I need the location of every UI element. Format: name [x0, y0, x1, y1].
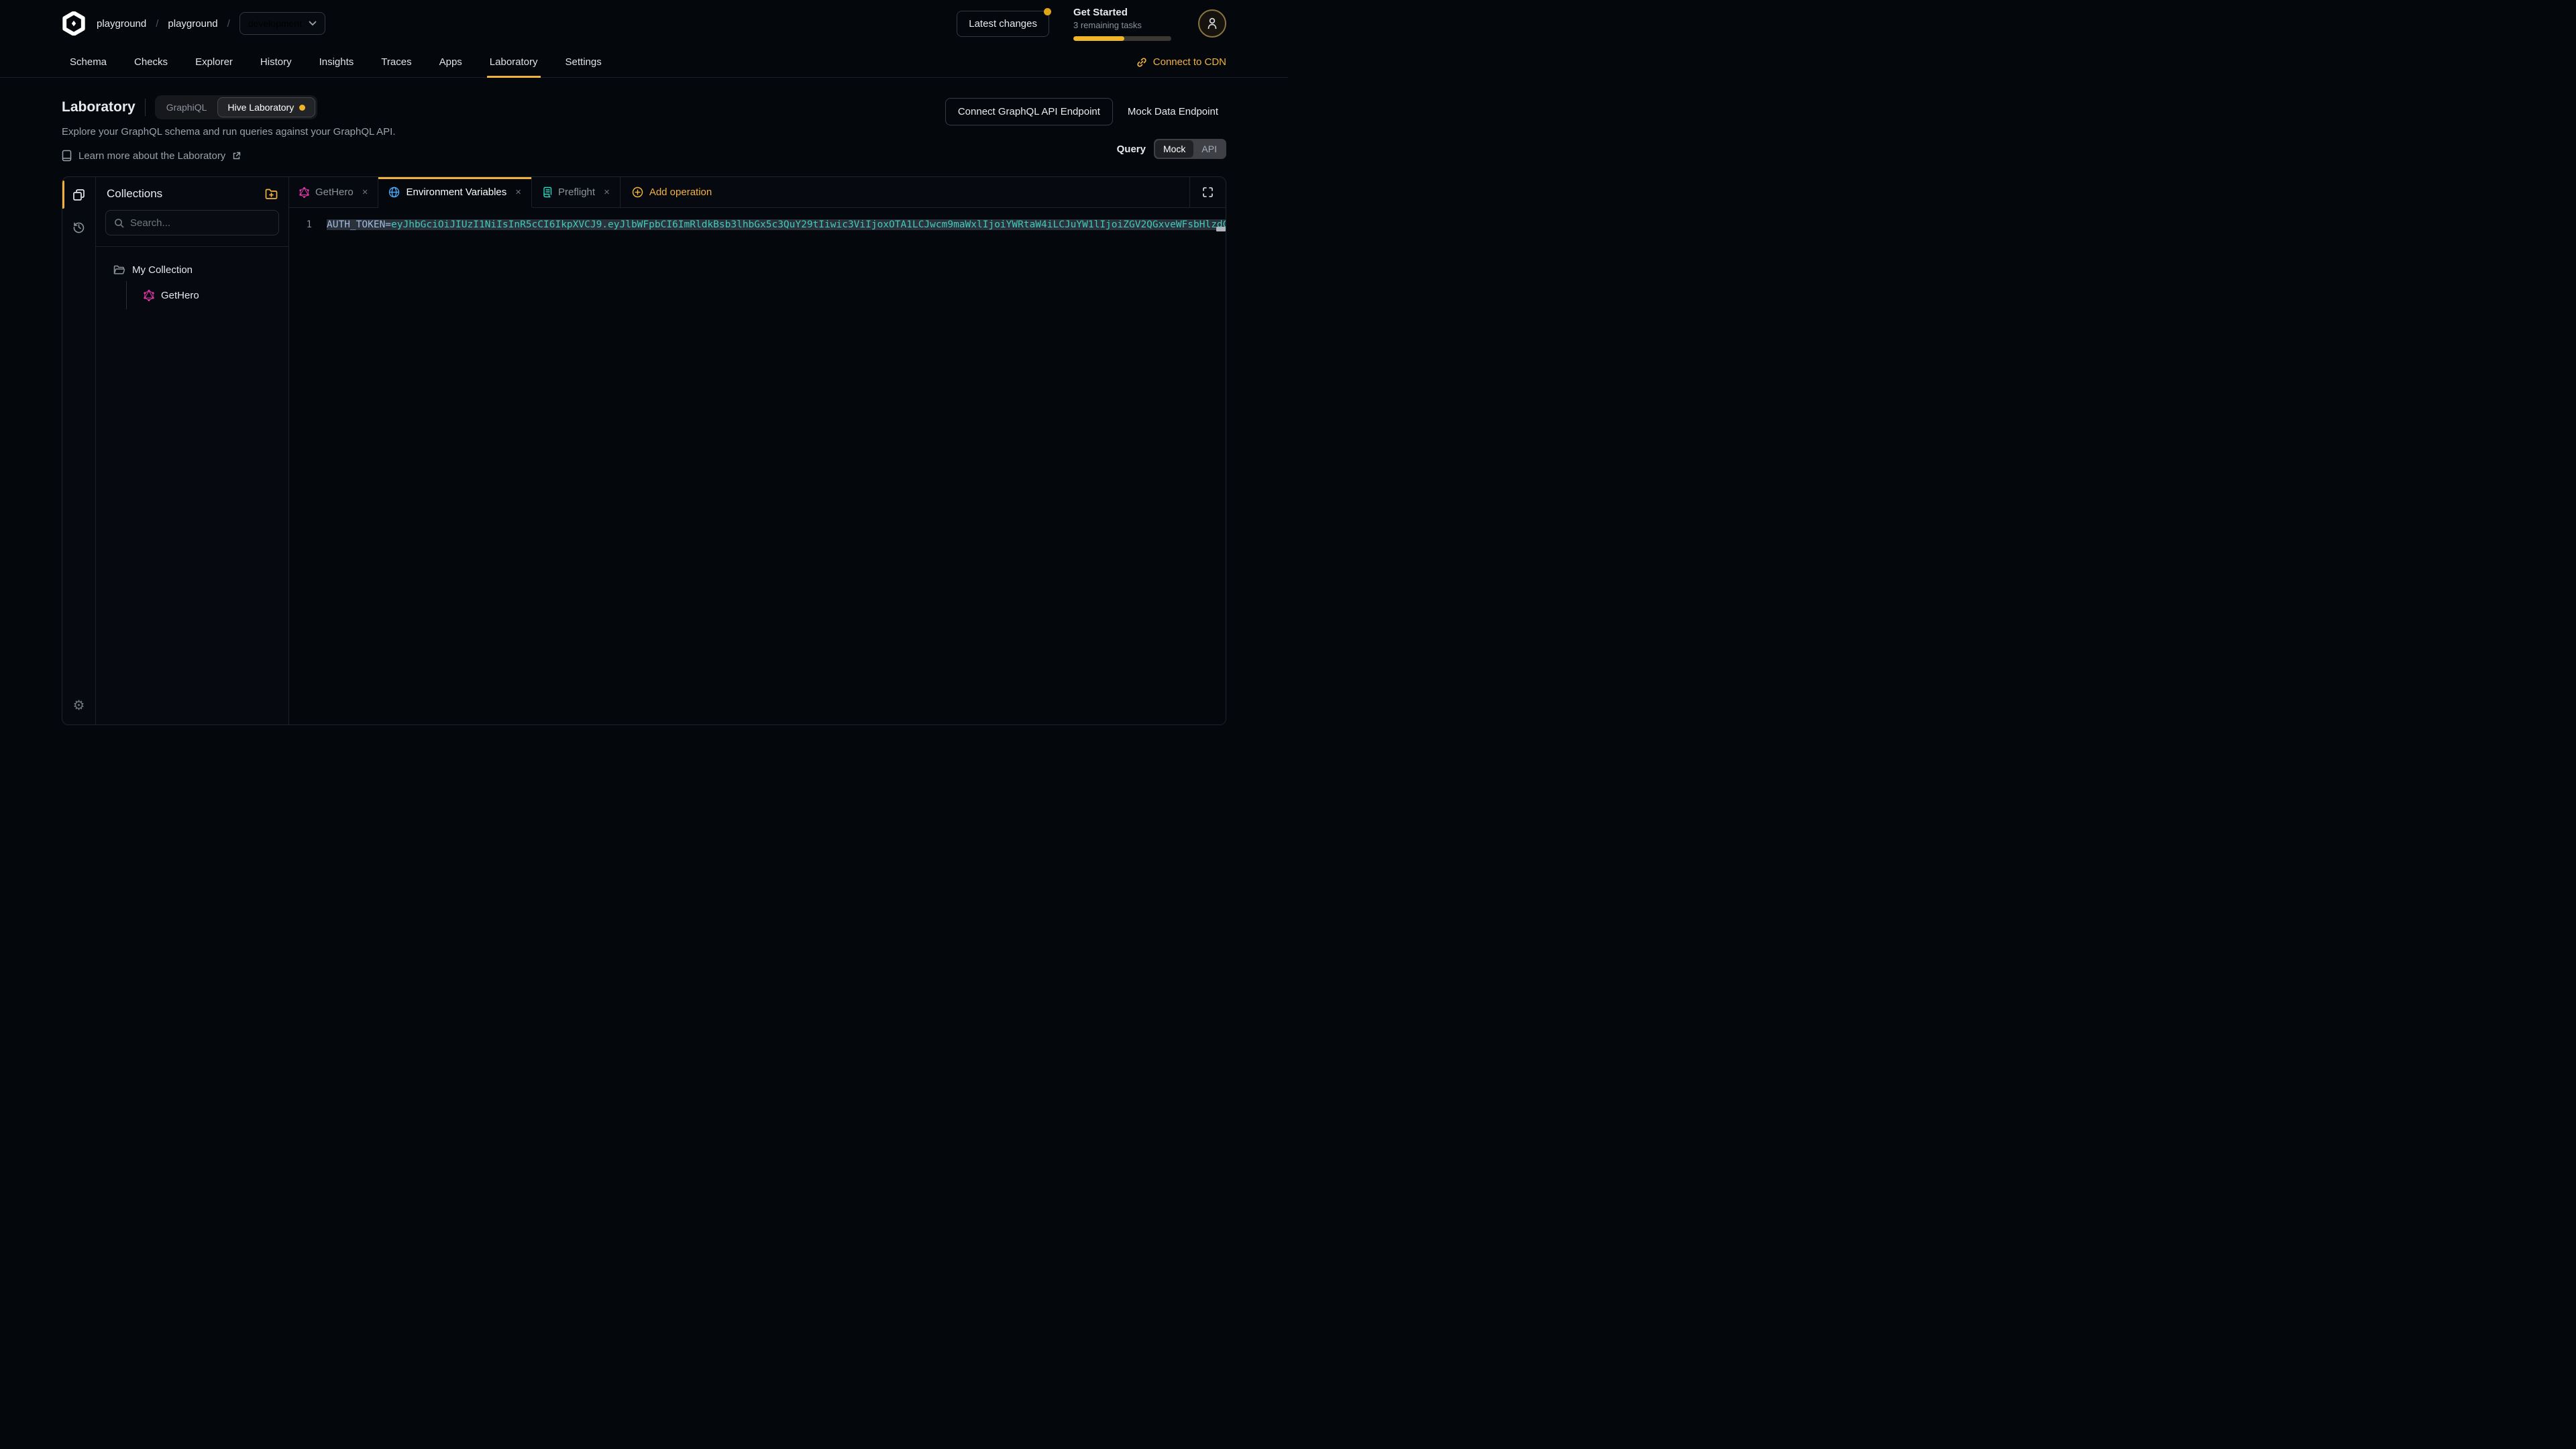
- breadcrumb-project[interactable]: playground: [168, 18, 217, 30]
- query-mode-api[interactable]: API: [1193, 140, 1225, 158]
- get-started-widget[interactable]: Get Started 3 remaining tasks: [1073, 7, 1174, 41]
- code-line-1: 1 AUTH_TOKEN=eyJhbGciOiJIUzI1NiIsInR5cCI…: [289, 215, 1226, 235]
- connect-cdn-link[interactable]: Connect to CDN: [1136, 56, 1226, 68]
- fullscreen-icon: [1202, 186, 1214, 198]
- target-select[interactable]: development: [239, 12, 325, 35]
- query-label: Query: [1117, 144, 1146, 155]
- collection-folder-row[interactable]: My Collection: [96, 264, 288, 276]
- nav-apps[interactable]: Apps: [437, 47, 465, 77]
- tab-environment-variables[interactable]: Environment Variables ×: [378, 177, 532, 207]
- collections-sidebar: Collections: [96, 177, 289, 724]
- nav-checks[interactable]: Checks: [131, 47, 170, 77]
- main-nav: Schema Checks Explorer History Insights …: [0, 47, 1288, 78]
- nav-schema[interactable]: Schema: [67, 47, 109, 77]
- search-input[interactable]: [130, 217, 270, 229]
- search-icon: [114, 218, 124, 228]
- query-mode-toggle: Mock API: [1154, 139, 1226, 159]
- notification-dot: [1044, 8, 1051, 15]
- history-icon: [72, 221, 85, 233]
- add-operation-button[interactable]: Add operation: [621, 177, 723, 207]
- get-started-progress: [1073, 36, 1171, 41]
- scrollbar-thumb[interactable]: [1216, 227, 1226, 231]
- page-description: Explore your GraphQL schema and run quer…: [62, 126, 945, 138]
- fullscreen-button[interactable]: [1189, 177, 1226, 207]
- settings-gear-icon[interactable]: ⚙: [73, 697, 85, 714]
- tab-gethero[interactable]: GetHero ×: [289, 177, 378, 207]
- close-icon[interactable]: ×: [604, 186, 610, 198]
- circle-plus-icon: [632, 186, 643, 198]
- breadcrumb-org[interactable]: playground: [97, 18, 146, 30]
- graphql-icon: [144, 290, 154, 301]
- nav-explorer[interactable]: Explorer: [193, 47, 235, 77]
- query-mode-mock[interactable]: Mock: [1155, 140, 1193, 158]
- connect-graphql-endpoint-button[interactable]: Connect GraphQL API Endpoint: [945, 98, 1113, 125]
- breadcrumb: playground / playground / development: [97, 12, 325, 35]
- learn-more-link[interactable]: Learn more about the Laboratory: [62, 150, 945, 162]
- lab-mode-toggle: GraphiQL Hive Laboratory: [155, 95, 318, 119]
- collection-folder-label: My Collection: [132, 264, 193, 276]
- link-icon: [1136, 57, 1147, 68]
- external-link-icon: [232, 152, 241, 160]
- nav-insights[interactable]: Insights: [317, 47, 357, 77]
- laboratory-panel: ⚙ Collections: [62, 176, 1226, 725]
- operation-label: GetHero: [161, 290, 199, 301]
- nav-laboratory[interactable]: Laboratory: [487, 47, 541, 77]
- collections-search[interactable]: [105, 210, 279, 235]
- close-icon[interactable]: ×: [362, 186, 368, 198]
- chevron-down-icon: [309, 21, 317, 26]
- nav-traces[interactable]: Traces: [378, 47, 414, 77]
- line-number: 1: [289, 219, 327, 230]
- add-collection-folder-icon[interactable]: [265, 189, 278, 200]
- env-variables-editor[interactable]: 1 AUTH_TOKEN=eyJhbGciOiJIUzI1NiIsInR5cCI…: [289, 208, 1226, 724]
- selected-text: AUTH_TOKEN=eyJhbGciOiJIUzI1NiIsInR5cCI6I…: [327, 219, 1226, 230]
- get-started-subtitle: 3 remaining tasks: [1073, 20, 1174, 31]
- status-dot: [299, 105, 305, 111]
- user-avatar[interactable]: [1198, 9, 1226, 38]
- get-started-title: Get Started: [1073, 7, 1174, 19]
- operation-tabstrip: GetHero × Environment Variables ×: [289, 177, 1226, 208]
- editor-column: GetHero × Environment Variables ×: [289, 177, 1226, 724]
- nav-history[interactable]: History: [258, 47, 294, 77]
- folder-open-icon: [113, 265, 125, 275]
- mock-data-endpoint-button[interactable]: Mock Data Endpoint: [1120, 99, 1226, 125]
- hive-logo-icon[interactable]: [62, 11, 86, 36]
- tab-preflight[interactable]: Preflight ×: [532, 177, 621, 207]
- rail-history-button[interactable]: [62, 211, 95, 243]
- laboratory-header: Laboratory GraphiQL Hive Laboratory Expl…: [0, 78, 1288, 162]
- sidebar-rail: ⚙: [62, 177, 96, 724]
- script-icon: [542, 186, 552, 198]
- app-header: playground / playground / development La…: [0, 0, 1288, 47]
- collections-title: Collections: [107, 187, 162, 201]
- page-title: Laboratory: [62, 99, 136, 115]
- latest-changes-button[interactable]: Latest changes: [957, 11, 1049, 37]
- rail-collections-button[interactable]: [62, 178, 95, 211]
- person-icon: [1206, 17, 1218, 30]
- nav-settings[interactable]: Settings: [563, 47, 604, 77]
- collections-icon: [72, 189, 85, 201]
- book-icon: [62, 150, 72, 162]
- mode-graphiql[interactable]: GraphiQL: [157, 98, 217, 117]
- mode-hive-laboratory[interactable]: Hive Laboratory: [217, 97, 315, 117]
- globe-icon: [388, 186, 400, 198]
- graphql-icon: [299, 187, 309, 198]
- operation-row-gethero[interactable]: GetHero: [127, 285, 288, 305]
- close-icon[interactable]: ×: [515, 186, 521, 198]
